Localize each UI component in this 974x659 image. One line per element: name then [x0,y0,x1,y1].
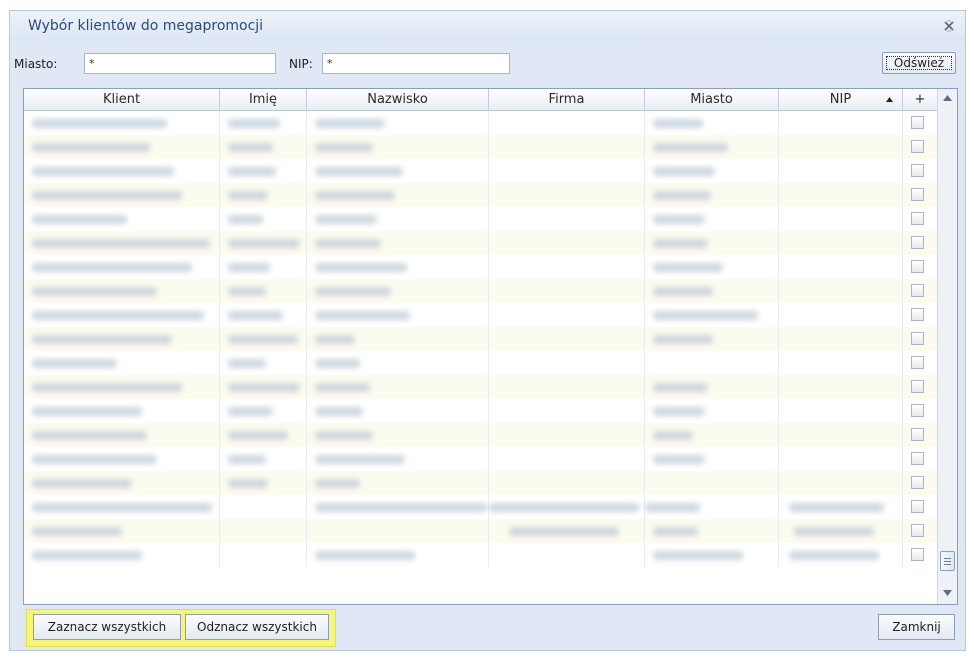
row-checkbox[interactable] [911,356,924,369]
grid-body [24,111,937,567]
dialog-title: Wybór klientów do megapromocji [28,18,264,34]
scroll-down-icon[interactable] [943,590,952,596]
table-row[interactable] [24,399,937,423]
row-checkbox[interactable] [911,188,924,201]
row-checkbox[interactable] [911,284,924,297]
table-row[interactable] [24,543,937,567]
sort-ascending-icon [886,97,893,102]
city-label: Miasto: [14,57,58,71]
row-checkbox[interactable] [911,428,924,441]
table-row[interactable] [24,207,937,231]
row-checkbox[interactable] [911,476,924,489]
table-row[interactable] [24,423,937,447]
table-row[interactable] [24,231,937,255]
clients-grid[interactable]: Klient Imię Nazwisko Firma Miasto NIP + [23,88,958,605]
row-checkbox[interactable] [911,164,924,177]
close-icon[interactable] [942,19,956,33]
title-bar: Wybór klientów do megapromocji [10,11,965,41]
scrollbar-thumb[interactable] [940,551,955,571]
table-row[interactable] [24,159,937,183]
row-checkbox[interactable] [911,212,924,225]
table-row[interactable] [24,471,937,495]
table-row[interactable] [24,135,937,159]
row-checkbox[interactable] [911,332,924,345]
row-checkbox[interactable] [911,500,924,513]
nip-label: NIP: [289,57,313,71]
table-row[interactable] [24,183,937,207]
filter-bar: Miasto: NIP: Odśwież [10,52,965,76]
select-all-button[interactable]: Zaznacz wszystkich [33,614,181,640]
row-checkbox[interactable] [911,380,924,393]
row-checkbox[interactable] [911,140,924,153]
scroll-up-icon[interactable] [943,95,952,101]
column-header-miasto[interactable]: Miasto [645,89,779,110]
table-row[interactable] [24,327,937,351]
grid-header: Klient Imię Nazwisko Firma Miasto NIP + [24,89,937,111]
city-input[interactable] [84,53,276,74]
refresh-button[interactable]: Odśwież [882,52,956,74]
client-selection-dialog: Wybór klientów do megapromocji Miasto: N… [9,10,966,651]
column-header-nip[interactable]: NIP [779,89,903,110]
column-header-select[interactable]: + [903,89,937,110]
table-row[interactable] [24,447,937,471]
refresh-button-label: Odśwież [893,56,945,70]
nip-input[interactable] [322,53,510,74]
table-row[interactable] [24,375,937,399]
table-row[interactable] [24,351,937,375]
column-header-firma[interactable]: Firma [489,89,645,110]
column-header-nazwisko[interactable]: Nazwisko [307,89,489,110]
row-checkbox[interactable] [911,548,924,561]
row-checkbox[interactable] [911,404,924,417]
close-button[interactable]: Zamknij [878,614,955,640]
row-checkbox[interactable] [911,452,924,465]
table-row[interactable] [24,111,937,135]
table-row[interactable] [24,303,937,327]
table-row[interactable] [24,279,937,303]
table-row[interactable] [24,519,937,543]
bottom-bar: Zaznacz wszystkich Odznacz wszystkich Za… [10,605,965,651]
row-checkbox[interactable] [911,524,924,537]
table-row[interactable] [24,495,937,519]
row-checkbox[interactable] [911,236,924,249]
column-header-imie[interactable]: Imię [220,89,307,110]
row-checkbox[interactable] [911,260,924,273]
row-checkbox[interactable] [911,308,924,321]
row-checkbox[interactable] [911,116,924,129]
deselect-all-button[interactable]: Odznacz wszystkich [185,614,329,640]
column-header-klient[interactable]: Klient [24,89,220,110]
vertical-scrollbar[interactable] [937,89,957,604]
table-row[interactable] [24,255,937,279]
